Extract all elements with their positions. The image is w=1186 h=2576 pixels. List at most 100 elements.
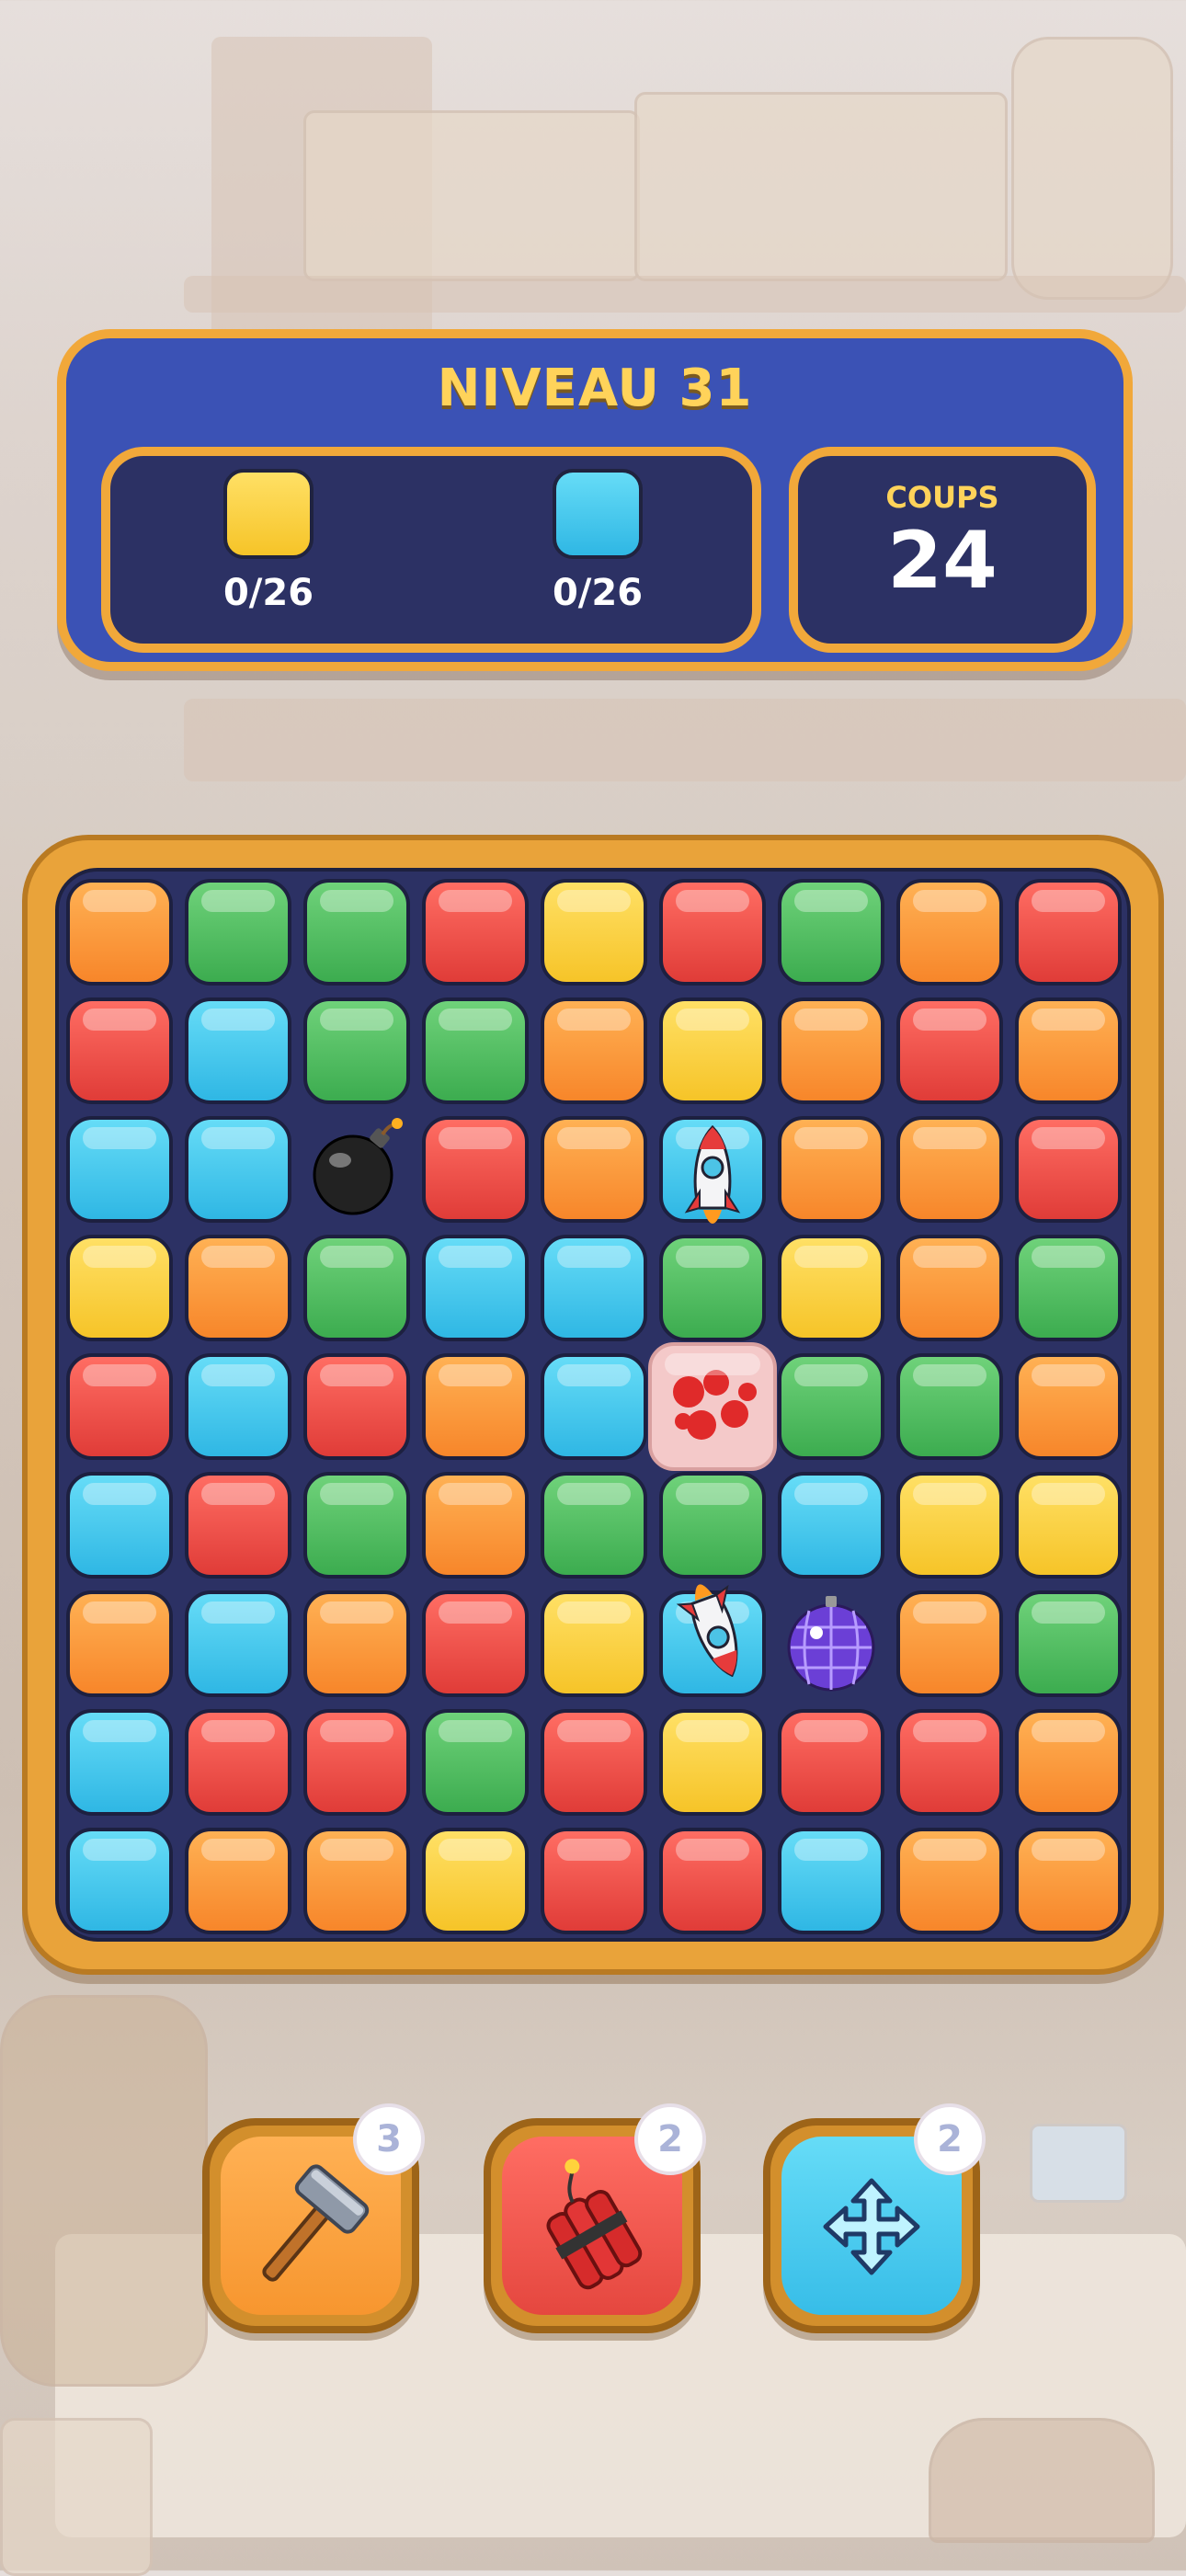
blue-tile[interactable] [185,1590,291,1697]
red-tile[interactable] [659,879,766,986]
orange-tile[interactable] [303,1590,410,1697]
green-tile[interactable] [185,879,291,986]
red-tile[interactable] [778,1709,884,1816]
green-tile[interactable] [541,1472,647,1579]
yellow-tile[interactable] [422,1828,529,1934]
orange-tile[interactable] [1015,1709,1122,1816]
orange-tile[interactable] [66,879,173,986]
orange-tile[interactable] [422,1353,529,1460]
red-tile[interactable] [185,1472,291,1579]
bomb-icon [313,1118,403,1215]
bomb-tile[interactable] [303,1116,410,1223]
green-tile[interactable] [1015,1235,1122,1341]
level-title: NIVEAU 31 [437,359,753,418]
blue-tile[interactable] [185,1353,291,1460]
red-tile[interactable] [66,1353,173,1460]
blue-tile[interactable] [66,1472,173,1579]
green-tile[interactable] [778,879,884,986]
orange-tile[interactable] [541,997,647,1104]
red-tile[interactable] [422,1590,529,1697]
red-tile[interactable] [66,997,173,1104]
shelf-board [184,276,1186,313]
blue-tile[interactable] [541,1235,647,1341]
rocket-icon [684,1124,741,1224]
green-tile[interactable] [303,879,410,986]
orange-tile[interactable] [185,1828,291,1934]
red-tile[interactable] [303,1709,410,1816]
splat-mark [738,1383,757,1401]
splat-mark [703,1370,729,1396]
orange-tile[interactable] [896,1235,1003,1341]
swap-booster-button[interactable]: 2 [763,2103,986,2333]
red-tile[interactable] [1015,879,1122,986]
orange-tile[interactable] [303,1828,410,1934]
orange-tile[interactable] [896,879,1003,986]
orange-tile[interactable] [1015,997,1122,1104]
level-header-panel: NIVEAU 31 0/26 0/26 COUPS 24 [57,329,1133,671]
orange-tile[interactable] [541,1116,647,1223]
hammer-booster-button[interactable]: 3 [202,2103,425,2333]
rocket-down-tile[interactable] [659,1584,766,1697]
blue-tile[interactable] [185,997,291,1104]
yellow-tile[interactable] [659,1709,766,1816]
orange-tile[interactable] [1015,1353,1122,1460]
cleared-red-tile[interactable] [648,1342,777,1471]
red-tile[interactable] [422,1116,529,1223]
red-tile[interactable] [896,997,1003,1104]
green-tile[interactable] [303,1472,410,1579]
yellow-tile[interactable] [659,997,766,1104]
splat-mark [673,1376,704,1408]
yellow-tile[interactable] [541,879,647,986]
blue-tile[interactable] [66,1116,173,1223]
red-tile[interactable] [1015,1116,1122,1223]
yellow-tile[interactable] [1015,1472,1122,1579]
yellow-tile[interactable] [896,1472,1003,1579]
orange-tile[interactable] [1015,1828,1122,1934]
toy-block [1030,2124,1127,2203]
red-tile[interactable] [896,1709,1003,1816]
orange-tile[interactable] [896,1828,1003,1934]
orange-tile[interactable] [896,1590,1003,1697]
blue-tile[interactable] [66,1828,173,1934]
red-tile[interactable] [303,1353,410,1460]
orange-tile[interactable] [896,1116,1003,1223]
booster-count-badge: 3 [353,2103,425,2175]
green-tile[interactable] [303,997,410,1104]
booster-count-badge: 2 [634,2103,706,2175]
splat-mark [687,1410,716,1440]
splat-mark [675,1413,691,1430]
green-tile[interactable] [659,1235,766,1341]
yellow-tile[interactable] [66,1235,173,1341]
blue-tile[interactable] [185,1116,291,1223]
blue-tile[interactable] [778,1828,884,1934]
toy-arch [929,2418,1155,2543]
green-tile[interactable] [303,1235,410,1341]
orange-tile[interactable] [778,1116,884,1223]
yellow-tile[interactable] [541,1590,647,1697]
green-tile[interactable] [1015,1590,1122,1697]
red-tile[interactable] [659,1828,766,1934]
red-tile[interactable] [422,879,529,986]
orange-tile[interactable] [778,997,884,1104]
green-tile[interactable] [422,1709,529,1816]
yellow-tile[interactable] [778,1235,884,1341]
orange-tile[interactable] [185,1235,291,1341]
blue-tile[interactable] [778,1472,884,1579]
goal-yellow: 0/26 [204,469,333,614]
rocket-up-tile[interactable] [659,1116,766,1224]
disco-ball-tile[interactable] [778,1590,884,1697]
blue-tile[interactable] [66,1709,173,1816]
green-tile[interactable] [422,997,529,1104]
orange-tile[interactable] [66,1590,173,1697]
red-tile[interactable] [541,1828,647,1934]
blue-tile[interactable] [422,1235,529,1341]
blue-tile-icon [553,469,643,559]
red-tile[interactable] [541,1709,647,1816]
green-tile[interactable] [778,1353,884,1460]
dynamite-booster-button[interactable]: 2 [484,2103,706,2333]
red-tile[interactable] [185,1709,291,1816]
green-tile[interactable] [896,1353,1003,1460]
orange-tile[interactable] [422,1472,529,1579]
splat-mark [721,1400,748,1428]
blue-tile[interactable] [541,1353,647,1460]
